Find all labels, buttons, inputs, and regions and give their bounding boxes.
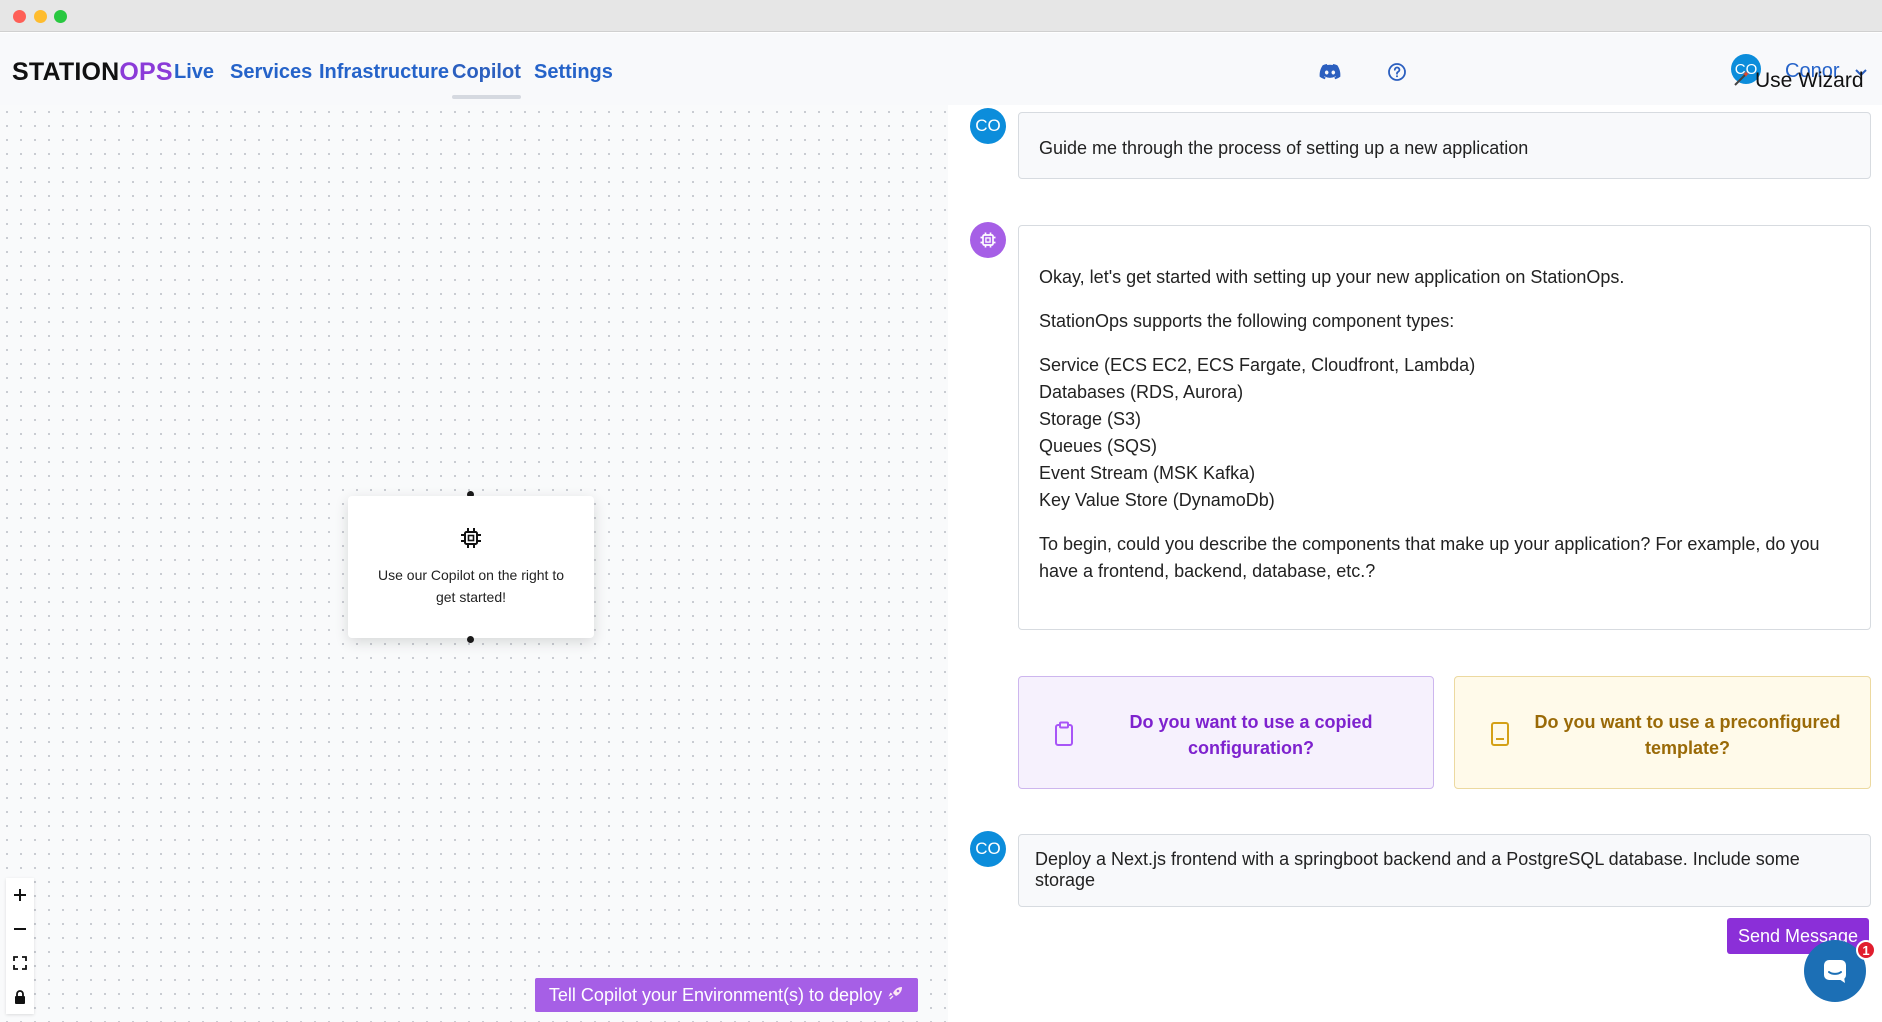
nav-link-live[interactable]: Live xyxy=(174,61,214,84)
use-copied-configuration-option[interactable]: Do you want to use a copied configuratio… xyxy=(1018,676,1434,789)
user-message-text: Guide me through the process of setting … xyxy=(1039,138,1529,158)
top-navigation: STATIONOPS Live Services Infrastructure … xyxy=(0,33,1882,105)
tell-copilot-environments-button[interactable]: Tell Copilot your Environment(s) to depl… xyxy=(535,978,918,1012)
use-preconfigured-template-option[interactable]: Do you want to use a preconfigured templ… xyxy=(1454,676,1871,789)
copilot-message-bubble: Okay, let's get started with setting up … xyxy=(1018,225,1871,630)
component-type-item: Service (ECS EC2, ECS Fargate, Cloudfron… xyxy=(1039,355,1476,375)
rocket-icon xyxy=(888,985,904,1006)
deploy-button-label: Tell Copilot your Environment(s) to depl… xyxy=(548,984,883,1005)
use-wizard-button[interactable]: Use Wizard xyxy=(1733,69,1864,93)
discord-icon[interactable] xyxy=(1318,60,1342,84)
component-type-item: Queues (SQS) xyxy=(1039,436,1158,456)
node-text: Use our Copilot on the right to get star… xyxy=(378,567,564,605)
user-message-bubble: Guide me through the process of setting … xyxy=(1018,112,1871,179)
brand-logo-station: STATION xyxy=(12,58,120,86)
preconfigured-template-label: Do you want to use a preconfigured templ… xyxy=(1534,712,1841,758)
component-type-item: Event Stream (MSK Kafka) xyxy=(1039,463,1256,483)
close-window-button[interactable] xyxy=(13,10,26,23)
copilot-start-node[interactable]: Use our Copilot on the right to get star… xyxy=(348,496,594,638)
use-wizard-label: Use Wizard xyxy=(1755,69,1864,92)
nav-link-settings[interactable]: Settings xyxy=(534,61,613,84)
brand-logo[interactable]: STATIONOPS xyxy=(12,58,173,87)
nav-link-copilot[interactable]: Copilot xyxy=(452,61,521,99)
copilot-question-text: To begin, could you describe the compone… xyxy=(1039,534,1820,581)
nav-link-services[interactable]: Services xyxy=(230,61,312,84)
clipboard-icon xyxy=(1053,721,1075,752)
copilot-supports-text: StationOps supports the following compon… xyxy=(1039,311,1455,331)
message-input[interactable]: Deploy a Next.js frontend with a springb… xyxy=(1018,834,1871,907)
user-avatar-input: CO xyxy=(970,831,1006,867)
brand-logo-ops: OPS xyxy=(119,58,173,86)
wand-icon xyxy=(1733,69,1751,93)
component-type-item: Storage (S3) xyxy=(1039,409,1142,429)
maximize-window-button[interactable] xyxy=(54,10,67,23)
lock-icon[interactable] xyxy=(6,980,34,1014)
copilot-avatar xyxy=(970,222,1006,258)
nav-link-infrastructure[interactable]: Infrastructure xyxy=(319,61,449,84)
zoom-in-icon[interactable] xyxy=(6,878,34,912)
notification-badge: 1 xyxy=(1856,940,1876,960)
component-type-item: Key Value Store (DynamoDb) xyxy=(1039,490,1275,510)
component-type-item: Databases (RDS, Aurora) xyxy=(1039,382,1244,402)
chip-icon xyxy=(980,232,996,248)
fit-view-icon[interactable] xyxy=(6,946,34,980)
copilot-intro-text: Okay, let's get started with setting up … xyxy=(1039,267,1625,287)
user-avatar-message: CO xyxy=(970,108,1006,144)
chat-bubble-icon xyxy=(1824,960,1846,983)
help-circle-icon[interactable] xyxy=(1385,60,1409,84)
canvas-controls xyxy=(6,878,34,1014)
copied-configuration-label: Do you want to use a copied configuratio… xyxy=(1129,712,1373,758)
minimize-window-button[interactable] xyxy=(34,10,47,23)
document-icon xyxy=(1489,721,1511,752)
node-handle-bottom[interactable] xyxy=(467,636,474,643)
window-titlebar xyxy=(0,0,1882,32)
zoom-out-icon[interactable] xyxy=(6,912,34,946)
chip-icon xyxy=(459,526,483,555)
